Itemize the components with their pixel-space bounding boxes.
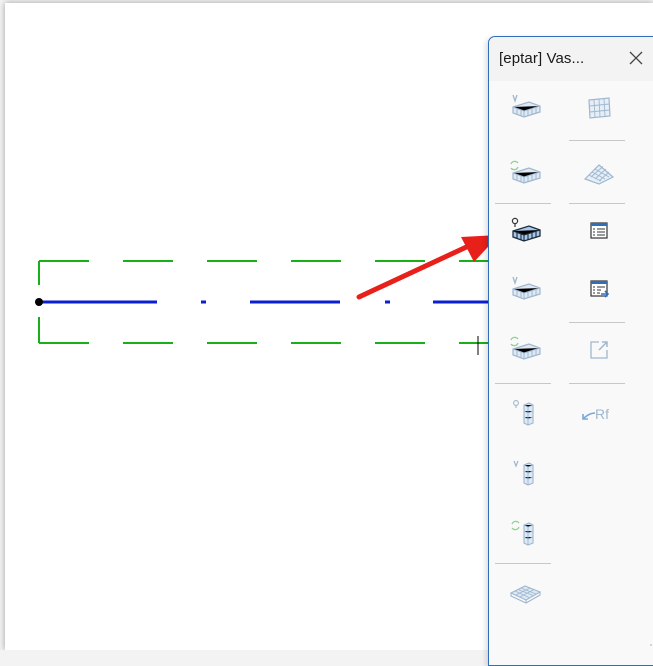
list-export-icon bbox=[590, 280, 610, 298]
column-place-icon bbox=[513, 400, 534, 426]
wall-select-alt-icon bbox=[512, 276, 541, 300]
separator bbox=[569, 383, 625, 384]
separator bbox=[495, 563, 551, 564]
tool-wall-select[interactable] bbox=[505, 87, 545, 127]
tool-list-export[interactable] bbox=[579, 269, 619, 309]
tool-wall-select-alt[interactable] bbox=[505, 269, 545, 309]
roof-panel-icon bbox=[583, 164, 615, 185]
tool-column-select[interactable] bbox=[505, 453, 545, 493]
close-button[interactable] bbox=[624, 47, 648, 71]
export-icon bbox=[590, 341, 608, 359]
slab-icon bbox=[509, 585, 542, 604]
palette-title: [eptar] Vas... bbox=[499, 50, 585, 67]
tool-column-place[interactable] bbox=[505, 393, 545, 433]
tool-wall-sync[interactable] bbox=[505, 153, 545, 193]
separator bbox=[569, 140, 625, 141]
grid-panel-icon bbox=[588, 97, 611, 119]
close-icon bbox=[629, 51, 643, 65]
wall-start-point[interactable] bbox=[35, 298, 43, 306]
tool-refresh-rf[interactable]: Rf bbox=[579, 393, 619, 433]
column-select-icon bbox=[513, 460, 534, 486]
wall-sync-alt-icon bbox=[510, 336, 541, 360]
resize-grip-icon[interactable] bbox=[649, 639, 653, 647]
separator bbox=[569, 322, 625, 323]
tool-list[interactable] bbox=[579, 211, 619, 251]
wall-sync-icon bbox=[510, 160, 541, 184]
refresh-rf-icon: Rf bbox=[582, 406, 609, 422]
tool-roof-panel[interactable] bbox=[579, 153, 619, 193]
palette-header[interactable]: [eptar] Vas... bbox=[489, 37, 653, 81]
tool-palette[interactable]: [eptar] Vas... Rf bbox=[488, 36, 653, 666]
column-sync-icon bbox=[511, 520, 534, 546]
separator bbox=[495, 383, 551, 384]
red-arrow-annotation bbox=[356, 235, 499, 300]
rf-label: Rf bbox=[595, 406, 609, 422]
tool-grid-panel[interactable] bbox=[579, 87, 619, 127]
list-icon bbox=[590, 222, 608, 239]
tool-wall-sync-alt[interactable] bbox=[505, 329, 545, 369]
tool-slab[interactable] bbox=[505, 573, 545, 613]
tool-export[interactable] bbox=[579, 329, 619, 369]
tool-wall-place[interactable] bbox=[505, 211, 545, 251]
wall-place-icon bbox=[511, 217, 541, 242]
separator bbox=[569, 203, 625, 204]
tool-column-sync[interactable] bbox=[505, 513, 545, 553]
wall-select-icon bbox=[512, 94, 541, 118]
separator bbox=[495, 203, 551, 204]
